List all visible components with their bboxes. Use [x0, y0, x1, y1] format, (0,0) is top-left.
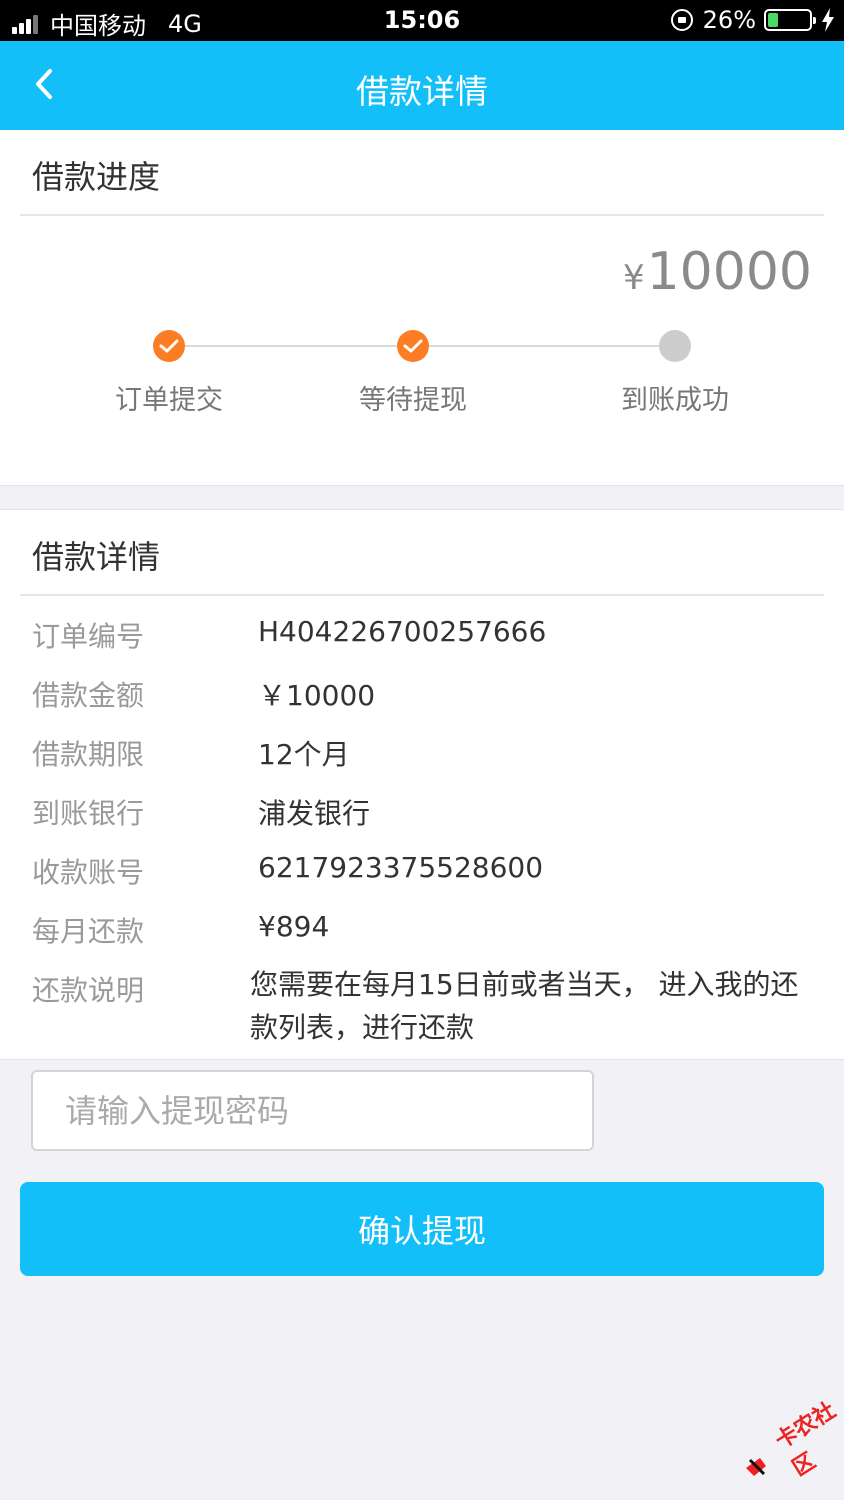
loan-progress-section: 借款进度 ¥10000 订单提交 等待提现 到账成功 — [0, 130, 844, 486]
track-line-2 — [429, 345, 659, 347]
step-3-label: 到账成功 — [621, 385, 729, 416]
detail-value: 12个月 — [258, 738, 350, 771]
progress-divider — [20, 214, 824, 216]
status-right: 26% — [670, 6, 834, 34]
details-title: 借款详情 — [32, 538, 161, 576]
progress-title: 借款进度 — [32, 158, 161, 196]
detail-label: 借款金额 — [32, 679, 145, 712]
step-2-check-icon — [397, 330, 429, 362]
detail-label: 还款说明 — [32, 974, 145, 1007]
detail-label: 每月还款 — [32, 915, 145, 948]
detail-value: ￥10000 — [258, 679, 376, 712]
detail-value: 浦发银行 — [258, 797, 371, 830]
amount-value: 10000 — [646, 242, 812, 302]
detail-label: 到账银行 — [32, 797, 145, 830]
step-1-label: 订单提交 — [115, 385, 223, 416]
nav-bar: 借款详情 — [0, 41, 844, 130]
detail-value: H404226700257666 — [258, 615, 547, 648]
repayment-note-text: 您需要在每月15日前或者当天， 进入我的还款列表，进行还款 — [250, 968, 799, 1044]
loan-amount: ¥10000 — [623, 242, 812, 302]
detail-label: 收款账号 — [32, 856, 145, 889]
page-title: 借款详情 — [356, 72, 488, 111]
confirm-withdraw-button[interactable]: 确认提现 — [20, 1182, 824, 1276]
battery-percent: 26% — [702, 6, 756, 34]
withdraw-password-input[interactable] — [31, 1070, 594, 1151]
detail-label: 借款期限 — [32, 738, 145, 771]
step-3-dot — [659, 330, 691, 362]
details-divider — [20, 594, 824, 596]
detail-value: ¥894 — [258, 910, 330, 943]
detail-label: 订单编号 — [32, 620, 145, 653]
step-2-label: 等待提现 — [359, 385, 467, 416]
detail-value: 6217923375528600 — [258, 851, 544, 884]
rotation-lock-icon — [670, 9, 693, 31]
charging-bolt-icon — [822, 8, 834, 32]
amount-currency: ¥ — [622, 258, 645, 298]
status-bar: 中国移动 4G 15:06 26% — [0, 0, 844, 41]
track-line-1 — [185, 345, 397, 347]
step-1-check-icon — [153, 330, 185, 362]
loan-details-section: 借款详情 订单编号 H404226700257666 借款金额 ￥10000 借… — [0, 509, 844, 1060]
battery-level — [768, 13, 778, 27]
battery-icon — [764, 9, 816, 31]
